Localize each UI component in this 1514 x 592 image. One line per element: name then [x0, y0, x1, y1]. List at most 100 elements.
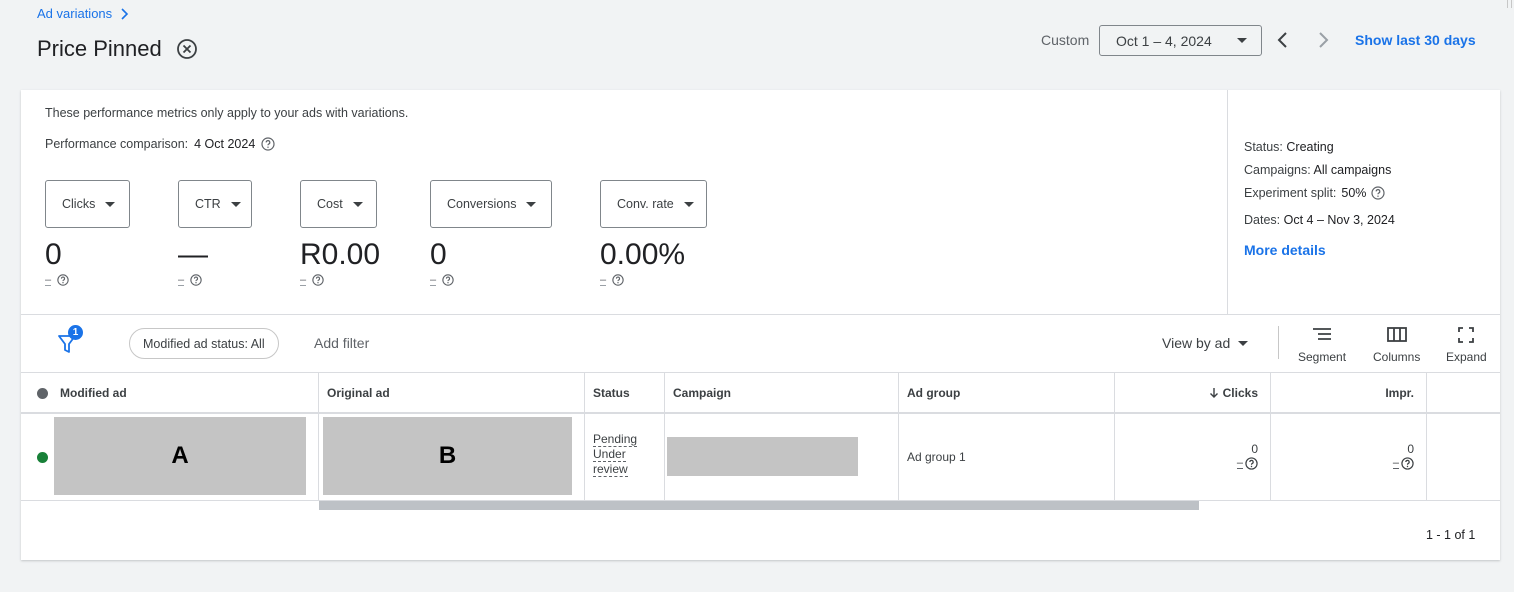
column-header-clicks[interactable]: Clicks: [1115, 373, 1271, 413]
metric-selector-ctr[interactable]: CTR: [178, 180, 252, 228]
redacted-campaign: [667, 437, 858, 476]
date-range-select[interactable]: Oct 1 – 4, 2024: [1099, 25, 1262, 56]
campaigns-value: All campaigns: [1313, 163, 1392, 177]
column-header-label: Original ad: [327, 386, 390, 400]
impr-change-value: –: [1392, 457, 1399, 469]
column-header-ad-group[interactable]: Ad group: [899, 373, 1115, 413]
date-range-label: Custom: [1041, 32, 1090, 48]
page-title-text: Price Pinned: [37, 36, 162, 61]
enabled-status-dot-icon: [37, 452, 48, 463]
add-filter-button[interactable]: Add filter: [314, 335, 369, 351]
help-icon[interactable]: [312, 274, 324, 286]
impr-value-block: 0 –: [1392, 442, 1414, 470]
clicks-change: –: [1236, 457, 1258, 470]
chevron-right-icon[interactable]: [1313, 29, 1333, 51]
metric-change-value: –: [45, 273, 52, 286]
status-line: review: [593, 462, 628, 477]
dropdown-caret-icon: [352, 201, 363, 207]
dropdown-caret-icon: [230, 201, 241, 207]
help-icon[interactable]: [1371, 186, 1386, 200]
column-header-label: Modified ad: [60, 386, 127, 400]
help-icon[interactable]: [442, 274, 454, 286]
table-row[interactable]: A B Pending Under review Ad group 1 0 – …: [21, 414, 1500, 501]
status-pending-under-review[interactable]: Pending Under review: [593, 432, 638, 477]
status-line: Under: [593, 447, 626, 462]
cell-modified-ad: A: [21, 414, 319, 500]
column-header-label: Status: [593, 386, 630, 400]
chevron-left-icon[interactable]: [1273, 29, 1293, 51]
metric-selector-cost[interactable]: Cost: [300, 180, 377, 228]
column-header-status[interactable]: Status: [585, 373, 665, 413]
section-divider: [21, 314, 1500, 315]
segment-label: Segment: [1298, 350, 1347, 364]
horizontal-scrollbar[interactable]: [319, 501, 1199, 510]
dates-label: Dates:: [1244, 213, 1281, 227]
metric-change-value: –: [600, 273, 607, 286]
dropdown-caret-icon: [105, 201, 116, 207]
experiment-dates: Dates: Oct 4 – Nov 3, 2024: [1244, 213, 1395, 227]
ad-group-link[interactable]: Ad group 1: [907, 450, 966, 464]
view-by-dropdown[interactable]: View by ad: [1162, 335, 1249, 351]
cell-ad-group: Ad group 1: [899, 414, 1115, 500]
help-icon[interactable]: [190, 274, 202, 286]
breadcrumb[interactable]: Ad variations: [37, 6, 130, 21]
columns-label: Columns: [1373, 350, 1421, 364]
segment-icon: [1313, 328, 1332, 340]
clicks-change-value: –: [1236, 457, 1243, 469]
close-circle-icon[interactable]: [176, 38, 198, 60]
more-details-link[interactable]: More details: [1244, 242, 1326, 258]
view-by-label: View by ad: [1162, 335, 1231, 351]
expand-label: Expand: [1446, 350, 1487, 364]
help-icon[interactable]: [1245, 457, 1258, 470]
clicks-value: 0: [1251, 442, 1258, 456]
metric-selector-conv-rate[interactable]: Conv. rate: [600, 180, 707, 228]
summary-divider: [1227, 90, 1228, 314]
date-range-value: Oct 1 – 4, 2024: [1116, 32, 1212, 49]
page-scrollbar[interactable]: [1507, 0, 1512, 8]
cell-status: Pending Under review: [585, 414, 665, 500]
metric-label: CTR: [195, 197, 221, 211]
segment-button[interactable]: Segment: [1298, 326, 1346, 364]
column-header-label: Clicks: [1222, 386, 1258, 400]
metric-value-conversions: 0: [430, 238, 447, 271]
dropdown-caret-icon: [683, 201, 694, 207]
column-header-campaign[interactable]: Campaign: [665, 373, 899, 413]
dates-value: Oct 4 – Nov 3, 2024: [1283, 213, 1395, 227]
breadcrumb-link-ad-variations[interactable]: Ad variations: [37, 6, 112, 21]
show-last-30-days-link[interactable]: Show last 30 days: [1355, 32, 1476, 48]
chevron-right-icon: [121, 7, 129, 20]
metric-change-value: –: [300, 273, 307, 286]
column-header-impr[interactable]: Impr.: [1271, 373, 1427, 413]
experiment-status: Status: Creating: [1244, 140, 1334, 154]
cell-original-ad: B: [319, 414, 585, 500]
metric-change-cost: –: [300, 274, 324, 286]
metric-value-cost: R0.00: [300, 238, 381, 271]
help-icon[interactable]: [57, 274, 69, 286]
sort-descending-icon: [1209, 388, 1218, 398]
column-header-original-ad[interactable]: Original ad: [319, 373, 585, 413]
status-line: Pending: [593, 432, 638, 447]
columns-button[interactable]: Columns: [1373, 326, 1420, 364]
split-label: Experiment split:: [1244, 186, 1337, 200]
help-icon[interactable]: [612, 274, 624, 286]
ad-variation-card: These performance metrics only apply to …: [21, 90, 1500, 560]
metric-change-ctr: –: [178, 274, 202, 286]
expand-button[interactable]: Expand: [1446, 326, 1487, 364]
redacted-original-ad: B: [323, 417, 572, 495]
performance-comparison: Performance comparison: 4 Oct 2024: [45, 137, 275, 151]
help-icon[interactable]: [261, 137, 275, 151]
metric-selector-clicks[interactable]: Clicks: [45, 180, 130, 228]
metric-change-conv-rate: –: [600, 274, 624, 286]
metric-change-clicks: –: [45, 274, 69, 286]
column-header-modified-ad[interactable]: Modified ad: [21, 373, 319, 413]
redaction-mark: A: [171, 442, 189, 469]
help-icon[interactable]: [1401, 457, 1414, 470]
filter-chip-modified-ad-status[interactable]: Modified ad status: All: [129, 328, 279, 359]
metrics-note: These performance metrics only apply to …: [45, 106, 409, 120]
metric-label: Conv. rate: [617, 197, 674, 211]
dropdown-caret-icon: [1237, 38, 1247, 43]
status-dot-icon: [37, 387, 48, 399]
redaction-mark: B: [438, 442, 457, 469]
metric-value-clicks: 0: [45, 238, 62, 271]
metric-selector-conversions[interactable]: Conversions: [430, 180, 552, 228]
